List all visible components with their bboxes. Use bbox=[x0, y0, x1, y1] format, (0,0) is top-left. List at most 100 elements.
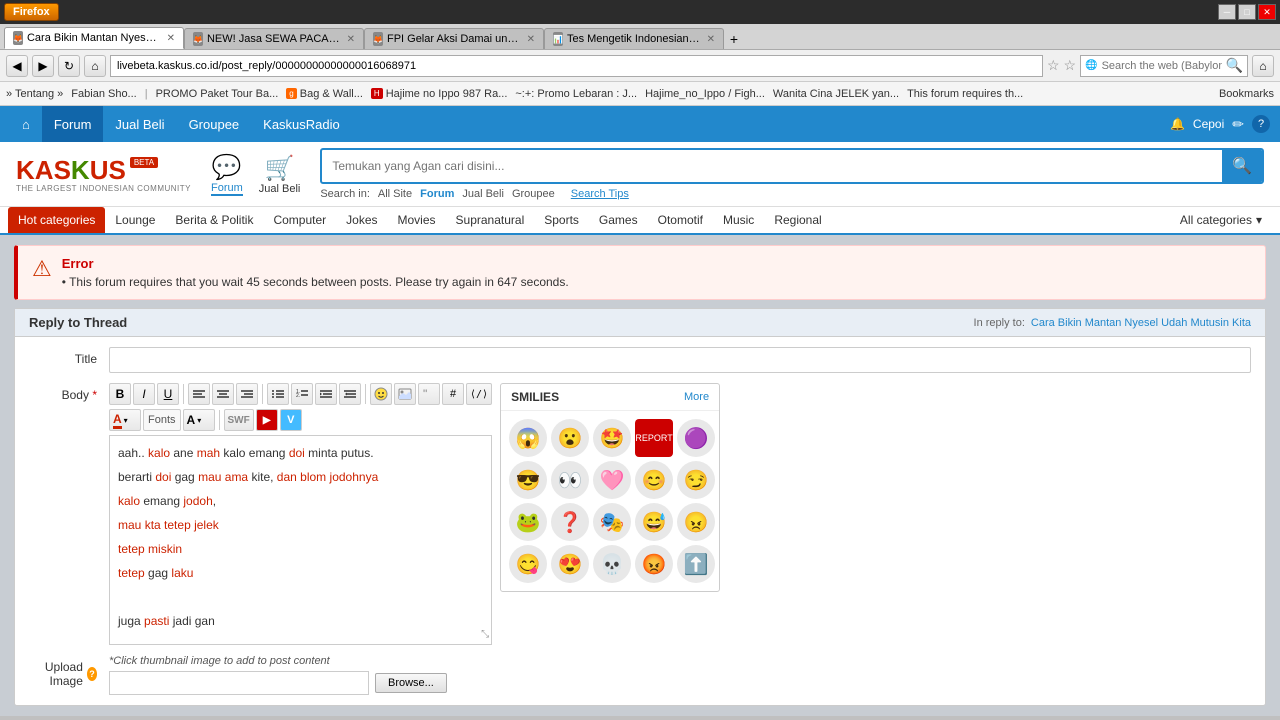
tab-1[interactable]: 🦊 NEW! Jasa SEWA PACAR ! (anak Kask... ✕ bbox=[184, 28, 364, 49]
bookmark-8[interactable]: This forum requires th... bbox=[907, 88, 1023, 100]
indent-btn[interactable] bbox=[315, 383, 337, 405]
bookmark-star2-icon[interactable]: ☆ bbox=[1064, 57, 1077, 74]
smiley-13[interactable]: 🎭 bbox=[593, 503, 631, 541]
editor-text-area[interactable]: aah.. kalo ane mah kalo emang doi minta … bbox=[109, 435, 492, 645]
smiley-11[interactable]: 🐸 bbox=[509, 503, 547, 541]
align-left-btn[interactable] bbox=[188, 383, 210, 405]
cat-otomotif[interactable]: Otomotif bbox=[648, 207, 713, 233]
smiley-14[interactable]: 😅 bbox=[635, 503, 673, 541]
close-btn[interactable]: ✕ bbox=[1258, 4, 1276, 20]
bookmark-4[interactable]: H Hajime no Ippo 987 Ra... bbox=[371, 88, 507, 100]
cat-sports[interactable]: Sports bbox=[534, 207, 589, 233]
outdent-btn[interactable] bbox=[339, 383, 361, 405]
italic-btn[interactable]: I bbox=[133, 383, 155, 405]
hash-btn[interactable]: # bbox=[442, 383, 464, 405]
firefox-menu-btn[interactable]: Firefox bbox=[4, 3, 59, 21]
forum-icon-btn[interactable]: 💬 Forum bbox=[211, 153, 243, 196]
code-btn[interactable]: ⟨/⟩ bbox=[466, 383, 492, 405]
home-btn[interactable]: ⌂ bbox=[84, 55, 106, 77]
bookmark-7[interactable]: Wanita Cina JELEK yan... bbox=[773, 88, 899, 100]
tab-close-0[interactable]: ✕ bbox=[167, 33, 175, 44]
bookmark-star-icon[interactable]: ☆ bbox=[1047, 57, 1060, 74]
site-nav-jualbeli[interactable]: Jual Beli bbox=[103, 106, 176, 142]
resize-handle-icon[interactable]: ⤡ bbox=[481, 627, 489, 642]
vimeo-btn[interactable]: V bbox=[280, 409, 302, 431]
cat-music[interactable]: Music bbox=[713, 207, 764, 233]
font-color-btn[interactable]: A ▾ bbox=[109, 409, 141, 431]
cat-jokes[interactable]: Jokes bbox=[336, 207, 387, 233]
smiley-8[interactable]: 🩷 bbox=[593, 461, 631, 499]
smilies-more-link[interactable]: More bbox=[684, 391, 709, 403]
tab-close-1[interactable]: ✕ bbox=[347, 34, 355, 45]
address-bar[interactable] bbox=[110, 55, 1043, 77]
search-opt-all[interactable]: All Site bbox=[378, 188, 412, 200]
font-size-btn[interactable]: A ▾ bbox=[183, 409, 215, 431]
ol-btn[interactable]: 1.2. bbox=[291, 383, 313, 405]
title-input[interactable] bbox=[109, 347, 1251, 373]
nav-help-icon[interactable]: ? bbox=[1252, 115, 1270, 133]
cat-all-btn[interactable]: All categories ▾ bbox=[1170, 207, 1272, 233]
img-btn[interactable] bbox=[394, 383, 416, 405]
smiley-btn[interactable] bbox=[370, 383, 392, 405]
smiley-5[interactable]: 🟣 bbox=[677, 419, 715, 457]
cat-computer[interactable]: Computer bbox=[263, 207, 336, 233]
smiley-19[interactable]: 😡 bbox=[635, 545, 673, 583]
maximize-btn[interactable]: □ bbox=[1238, 4, 1256, 20]
smiley-2[interactable]: 😮 bbox=[551, 419, 589, 457]
bookmarks-menu[interactable]: Bookmarks bbox=[1219, 88, 1274, 100]
search-opt-groupee[interactable]: Groupee bbox=[512, 188, 555, 200]
cat-regional[interactable]: Regional bbox=[764, 207, 831, 233]
in-reply-thread-link[interactable]: Cara Bikin Mantan Nyesel Udah Mutusin Ki… bbox=[1031, 317, 1251, 329]
ul-btn[interactable] bbox=[267, 383, 289, 405]
nav-edit-icon[interactable]: ✏ bbox=[1232, 116, 1244, 133]
bookmark-6[interactable]: Hajime_no_Ippo / Figh... bbox=[645, 88, 765, 100]
search-tips-link[interactable]: Search Tips bbox=[571, 188, 629, 200]
smiley-15[interactable]: 😠 bbox=[677, 503, 715, 541]
flash-btn[interactable]: SWF bbox=[224, 409, 254, 431]
underline-btn[interactable]: U bbox=[157, 383, 179, 405]
smiley-9[interactable]: 😊 bbox=[635, 461, 673, 499]
tab-2[interactable]: 🦊 FPI Gelar Aksi Damai untuk Dukung F...… bbox=[364, 28, 544, 49]
smiley-10[interactable]: 😏 bbox=[677, 461, 715, 499]
nav-user-name[interactable]: Cepoi bbox=[1193, 117, 1224, 131]
smiley-7[interactable]: 👀 bbox=[551, 461, 589, 499]
tab-close-3[interactable]: ✕ bbox=[707, 34, 715, 45]
back-btn[interactable]: ◀ bbox=[6, 55, 28, 77]
smiley-6[interactable]: 😎 bbox=[509, 461, 547, 499]
search-opt-jual[interactable]: Jual Beli bbox=[462, 188, 504, 200]
fonts-btn[interactable]: Fonts bbox=[143, 409, 181, 431]
smiley-20[interactable]: ⬆️ bbox=[677, 545, 715, 583]
cat-berita[interactable]: Berita & Politik bbox=[165, 207, 263, 233]
home-icon[interactable]: ⌂ bbox=[1252, 55, 1274, 77]
search-opt-forum[interactable]: Forum bbox=[420, 188, 454, 200]
bookmark-0[interactable]: » Tentang » bbox=[6, 88, 63, 100]
bold-btn[interactable]: B bbox=[109, 383, 131, 405]
jualbeli-icon-btn[interactable]: 🛒 Jual Beli bbox=[259, 154, 301, 195]
bookmark-5[interactable]: ~:+: Promo Lebaran : J... bbox=[515, 88, 637, 100]
smiley-3[interactable]: 🤩 bbox=[593, 419, 631, 457]
youtube-btn[interactable]: ▶ bbox=[256, 409, 278, 431]
cat-hot[interactable]: Hot categories bbox=[8, 207, 105, 233]
align-right-btn[interactable] bbox=[236, 383, 258, 405]
tab-close-2[interactable]: ✕ bbox=[527, 34, 535, 45]
cat-movies[interactable]: Movies bbox=[388, 207, 446, 233]
tab-3[interactable]: 📊 Tes Mengetik Indonesian - 10FastFin...… bbox=[544, 28, 724, 49]
smiley-18[interactable]: 💀 bbox=[593, 545, 631, 583]
align-center-btn[interactable] bbox=[212, 383, 234, 405]
bookmark-3[interactable]: g Bag & Wall... bbox=[286, 88, 363, 100]
smiley-1[interactable]: 😱 bbox=[509, 419, 547, 457]
cat-games[interactable]: Games bbox=[589, 207, 648, 233]
refresh-btn[interactable]: ↻ bbox=[58, 55, 80, 77]
search-go-icon[interactable]: 🔍 bbox=[1226, 57, 1243, 74]
site-nav-groupee[interactable]: Groupee bbox=[177, 106, 252, 142]
smiley-12[interactable]: ❓ bbox=[551, 503, 589, 541]
logo-kaskus[interactable]: KASKUS bbox=[16, 155, 126, 186]
main-search-input[interactable] bbox=[322, 153, 1222, 179]
bookmark-2[interactable]: PROMO Paket Tour Ba... bbox=[156, 88, 279, 100]
site-nav-home[interactable]: ⌂ bbox=[10, 106, 42, 142]
main-search-btn[interactable]: 🔍 bbox=[1222, 150, 1262, 182]
new-tab-btn[interactable]: + bbox=[724, 29, 744, 49]
smiley-4[interactable]: REPORT bbox=[635, 419, 673, 457]
site-nav-radio[interactable]: KaskusRadio bbox=[251, 106, 352, 142]
cat-supranatural[interactable]: Supranatural bbox=[446, 207, 535, 233]
